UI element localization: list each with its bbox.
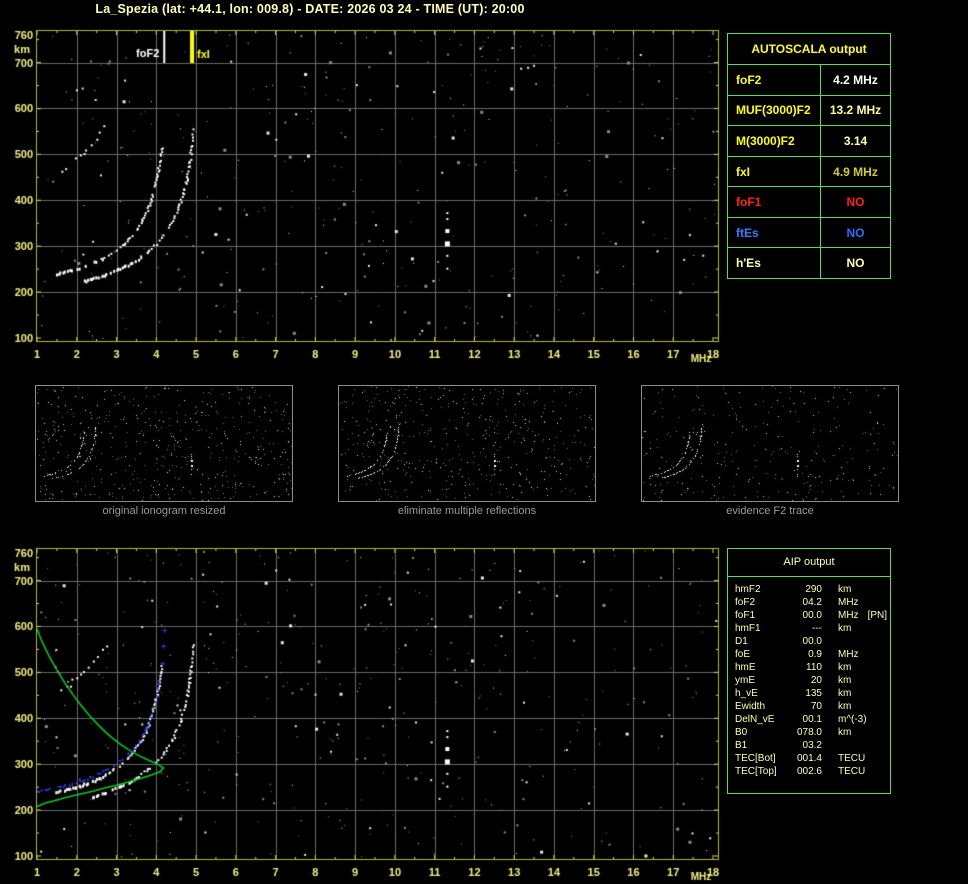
aip-param: foF2 <box>735 597 756 608</box>
aip-value: 078.0 <box>796 727 822 738</box>
aip-table-title: AIP output <box>728 549 890 577</box>
aip-row-b0: B0 078.0 km <box>735 726 890 739</box>
aip-param: DelN_vE <box>735 714 775 725</box>
aip-value: 110 <box>806 662 822 673</box>
aip-param: Ewidth <box>735 701 766 712</box>
aip-row-delnve: DelN_vE 00.1 m^(-3) <box>735 713 890 726</box>
aip-unit: TECU <box>838 753 866 764</box>
aip-value: 20 <box>810 675 822 686</box>
aip-value: 00.1 <box>802 714 822 725</box>
aip-param: hmF2 <box>735 584 761 595</box>
autoscala-param-value: 3.14 <box>843 133 868 148</box>
panel-evidence-f2-canvas <box>642 386 898 501</box>
aip-value: 135 <box>805 688 822 699</box>
autoscala-output-table: AUTOSCALA output foF2 4.2 MHz MUF(3000)F2 1… <box>727 33 891 279</box>
aip-row-foe: foE 0.9 MHz <box>735 648 890 661</box>
autoscala-param-label: M(3000)F2 <box>728 126 821 156</box>
aip-param: D1 <box>735 636 748 647</box>
autoscala-row-fof1: foF1 NO <box>728 187 890 218</box>
station-date-title: La_Spezia (lat: +44.1, lon: 009.8) - DAT… <box>95 2 525 16</box>
bottom-ionogram-plot <box>0 542 732 884</box>
panel-eliminate-reflections-canvas <box>339 386 595 501</box>
autoscala-param-value: NO <box>846 195 865 210</box>
aip-param: B1 <box>735 740 748 751</box>
autoscala-row-m3000f2: M(3000)F2 3.14 <box>728 126 890 157</box>
autoscala-row-muf3000f2: MUF(3000)F2 13.2 MHz <box>728 95 890 127</box>
panel-eliminate-reflections <box>338 385 596 502</box>
aip-value: 00.0 <box>802 610 822 621</box>
panel-evidence-f2 <box>641 385 899 502</box>
aip-row-hme: hmE 110 km <box>735 661 890 674</box>
autoscala-row-fxi: fxI 4.9 MHz <box>728 156 890 188</box>
autoscala-param-label: foF1 <box>728 187 821 217</box>
aip-row-fof2: foF2 04.2 MHz <box>735 596 890 609</box>
autoscala-window: { "header": { "title": "La_Spezia (lat: … <box>0 0 968 884</box>
aip-value: --- <box>812 623 822 634</box>
autoscala-param-value: 4.2 MHz <box>833 72 878 87</box>
aip-unit: MHz <box>838 597 859 608</box>
aip-param: hmF1 <box>735 623 761 634</box>
aip-param: h_vE <box>735 688 758 699</box>
aip-unit: km <box>838 727 852 738</box>
aip-param: ymE <box>735 675 755 686</box>
aip-param: B0 <box>735 727 748 738</box>
autoscala-param-value: 4.9 MHz <box>833 164 878 179</box>
aip-value: 0.9 <box>808 649 822 660</box>
aip-row-hve: h_vE 135 km <box>735 687 890 700</box>
aip-value: 290 <box>805 584 822 595</box>
aip-output-table: AIP output hmF2 290 km foF2 04.2 MHz foF1 00.0 M… <box>727 548 891 794</box>
autoscala-param-value: 13.2 MHz <box>829 103 882 118</box>
panel-original-ionogram <box>35 385 293 502</box>
aip-unit: km <box>838 688 852 699</box>
aip-param: TEC[Top] <box>735 766 777 777</box>
aip-row-tectop: TEC[Top] 002.6 TECU <box>735 765 890 778</box>
aip-row-b1: B1 03.2 <box>735 739 890 752</box>
aip-unit: km <box>838 662 852 673</box>
aip-row-hmf1: hmF1 --- km <box>735 622 890 635</box>
aip-row-ewidth: Ewidth 70 km <box>735 700 890 713</box>
autoscala-param-value: NO <box>846 225 865 240</box>
aip-param: TEC[Bot] <box>735 753 776 764</box>
autoscala-row-fof2: foF2 4.2 MHz <box>728 65 890 96</box>
aip-param: hmE <box>735 662 756 673</box>
aip-row-hmf2: hmF2 290 km <box>735 583 890 596</box>
aip-value: 002.6 <box>796 766 822 777</box>
aip-unit: TECU <box>838 766 866 777</box>
autoscala-param-label: ftEs <box>728 217 821 248</box>
aip-unit: km <box>838 701 852 712</box>
aip-extra: [PN] <box>867 610 888 621</box>
aip-unit: m^(-3) <box>838 714 867 725</box>
autoscala-param-label: foF2 <box>728 65 821 95</box>
autoscala-row-ftes: ftEs NO <box>728 217 890 249</box>
aip-value: 70 <box>810 701 822 712</box>
caption-evidence-f2: evidence F2 trace <box>726 505 814 517</box>
caption-original-ionogram: original ionogram resized <box>102 505 226 517</box>
autoscala-table-title: AUTOSCALA output <box>728 34 890 65</box>
autoscala-param-value: NO <box>846 256 865 271</box>
autoscala-table-rows: foF2 4.2 MHz MUF(3000)F2 13.2 MHz M(3000)F2 3… <box>728 65 890 279</box>
aip-value: 001.4 <box>796 753 822 764</box>
aip-unit: MHz <box>838 610 859 621</box>
aip-value: 04.2 <box>802 597 822 608</box>
aip-unit: km <box>838 675 852 686</box>
aip-row-fof1: foF1 00.0 MHz [PN] <box>735 609 890 622</box>
autoscala-row-hes: h'Es NO <box>728 248 890 279</box>
aip-param: foF1 <box>735 610 756 621</box>
autoscala-param-label: h'Es <box>728 248 821 279</box>
aip-unit: MHz <box>838 649 859 660</box>
top-ionogram-plot <box>0 24 732 366</box>
aip-row-d1: D1 00.0 <box>735 635 890 648</box>
autoscala-param-label: fxI <box>728 156 821 187</box>
aip-row-tecbot: TEC[Bot] 001.4 TECU <box>735 752 890 765</box>
autoscala-param-label: MUF(3000)F2 <box>728 95 821 126</box>
panel-original-ionogram-canvas <box>36 386 292 501</box>
aip-param: foE <box>735 649 751 660</box>
caption-eliminate-reflections: eliminate multiple reflections <box>397 505 537 517</box>
aip-unit: km <box>838 623 852 634</box>
aip-value: 03.2 <box>802 740 822 751</box>
aip-value: 00.0 <box>802 636 822 647</box>
aip-unit: km <box>838 584 852 595</box>
aip-row-yme: ymE 20 km <box>735 674 890 687</box>
aip-table-rows: hmF2 290 km foF2 04.2 MHz foF1 00.0 MHz [PN] hmF1 -… <box>728 577 890 778</box>
